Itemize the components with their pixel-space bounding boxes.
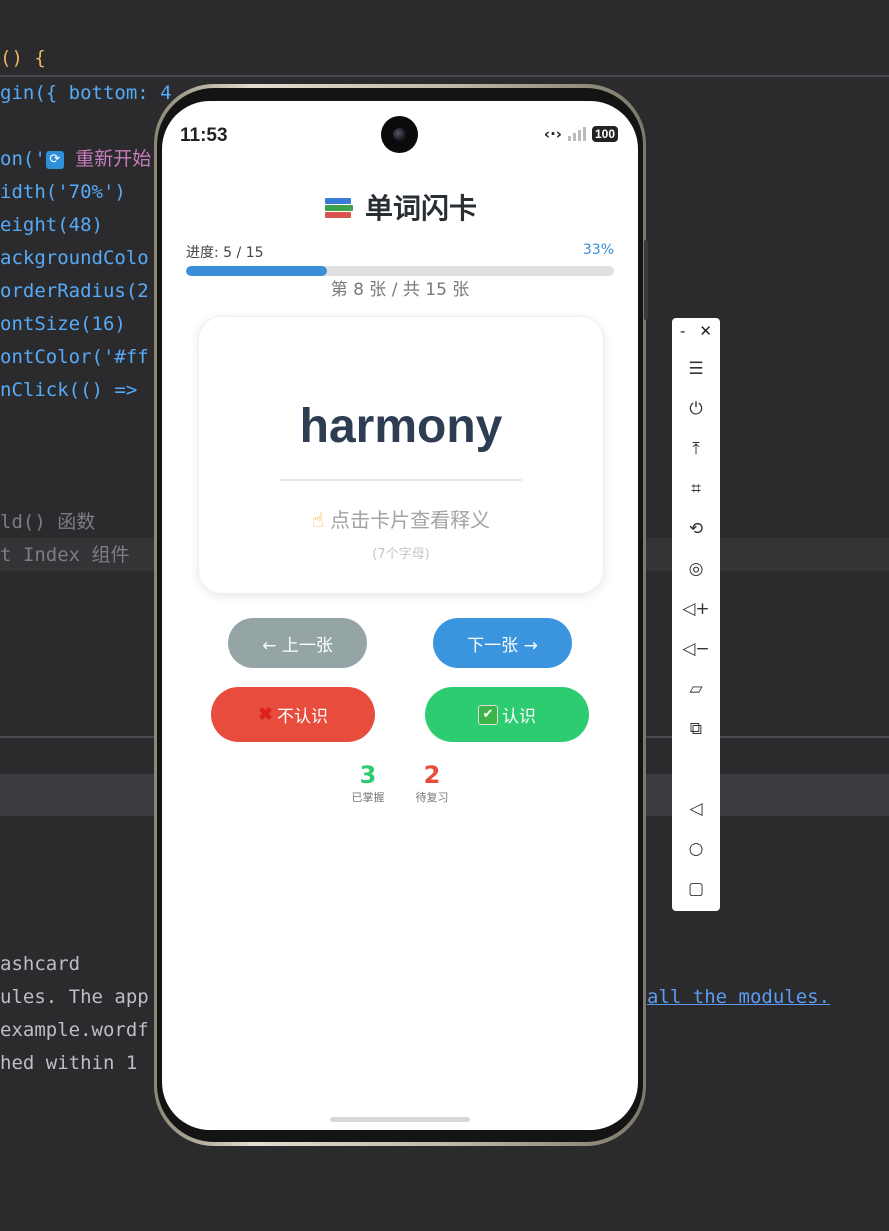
minimize-icon[interactable]: - [680, 322, 685, 346]
console-line: ules. The app [0, 986, 149, 1008]
code-line: on(' ⟳ 重新开始 [0, 148, 152, 170]
flashcard[interactable]: harmony ☝ 点击卡片查看释义 (7个字母) [198, 316, 604, 594]
volume-down-icon[interactable]: ◁− [672, 636, 720, 662]
signal-icon [567, 127, 586, 141]
progress-percent: 33% [582, 242, 614, 258]
home-indicator[interactable] [330, 1117, 470, 1122]
front-camera [381, 116, 418, 153]
unknown-button[interactable]: ✖ 不认识 [211, 687, 375, 742]
console-line: hed within 1 [0, 1052, 138, 1074]
code-line: t Index 组件 [0, 544, 130, 566]
shake-icon[interactable]: ▱ [672, 676, 720, 702]
card-count: 第 8 张 / 共 15 张 [330, 280, 470, 300]
toolbar-window-controls: - ✕ [672, 318, 720, 346]
power-icon[interactable]: ⏻ [672, 396, 720, 422]
phone-screen: 11:53 ‹·› 100 单词闪卡 进度: 5 / 15 33% 第 8 张 … [162, 101, 638, 1130]
back-icon[interactable]: ◁ [672, 796, 720, 822]
known-button-label: 认识 [502, 707, 536, 727]
console-line: ashcard [0, 953, 81, 975]
review-count: 2 [423, 761, 441, 789]
close-icon[interactable]: ✕ [699, 322, 712, 346]
code-line: eight(48) [0, 214, 103, 236]
pointing-hand-icon: ☝ [311, 508, 325, 532]
code-line: ld() 函数 [0, 511, 96, 533]
flashcard-word: harmony [299, 400, 503, 453]
status-time: 11:53 [180, 125, 228, 146]
prev-card-button[interactable]: ← 上一张 [228, 618, 367, 668]
app-title: 单词闪卡 [162, 187, 638, 227]
screenshot-icon[interactable]: ◎ [672, 556, 720, 582]
crop-icon[interactable]: ⌗ [672, 476, 720, 502]
multi-device-icon[interactable]: ⧉ [672, 716, 720, 742]
code-line: ackgroundColo [0, 247, 149, 269]
review-label: 待复习 [415, 791, 449, 804]
cross-mark-icon: ✖ [257, 704, 274, 725]
letter-count: (7个字母) [372, 547, 430, 562]
code-line: orderRadius(2 [0, 280, 149, 302]
battery-icon: 100 [591, 126, 618, 142]
phone-side-button [644, 240, 648, 320]
emulator-toolbar: - ✕ ☰ ⏻ ⤒ ⌗ ⟲ ◎ ◁+ ◁− ▱ ⧉ ◁ ○ ▢ [672, 318, 720, 911]
known-button[interactable]: ✔ 认识 [425, 687, 589, 742]
network-icon: ‹·› [543, 125, 562, 143]
unknown-button-label: 不认识 [277, 707, 329, 727]
hint-text: 点击卡片查看释义 [330, 508, 491, 532]
recents-icon[interactable]: ▢ [672, 876, 720, 902]
next-card-button[interactable]: 下一张 → [433, 618, 572, 668]
flashcard-hint: ☝ 点击卡片查看释义 [199, 504, 603, 533]
code-string: 重新开始 [75, 148, 152, 170]
refresh-icon: ⟳ [45, 150, 64, 169]
progress-label: 进度: 5 / 15 [186, 245, 264, 261]
status-icons: ‹·› 100 [544, 125, 618, 143]
console-link[interactable]: all the modules. [647, 981, 830, 1014]
code-line: idth('70%') [0, 181, 126, 203]
home-icon[interactable]: ○ [672, 836, 720, 862]
code-line: ontSize(16) [0, 313, 126, 335]
menu-icon[interactable]: ☰ [672, 356, 720, 382]
volume-up-icon[interactable]: ◁+ [672, 596, 720, 622]
stat-review: 2 待复习 [402, 761, 462, 805]
mastered-label: 已掌握 [351, 791, 385, 804]
stat-mastered: 3 已掌握 [338, 761, 398, 805]
pin-top-icon[interactable]: ⤒ [672, 436, 720, 462]
mastered-count: 3 [359, 761, 377, 789]
app-title-text: 单词闪卡 [364, 192, 477, 225]
card-divider [280, 479, 522, 481]
rotate-icon[interactable]: ⟲ [672, 516, 720, 542]
code-line: nClick(() => [0, 379, 149, 401]
code-line: gin({ bottom: 4 [0, 82, 172, 104]
books-icon [323, 196, 355, 220]
code-line: () { [0, 47, 46, 69]
check-mark-icon: ✔ [478, 704, 498, 725]
console-line: example.wordf [0, 1019, 149, 1041]
code-line: ontColor('#ff [0, 346, 149, 368]
